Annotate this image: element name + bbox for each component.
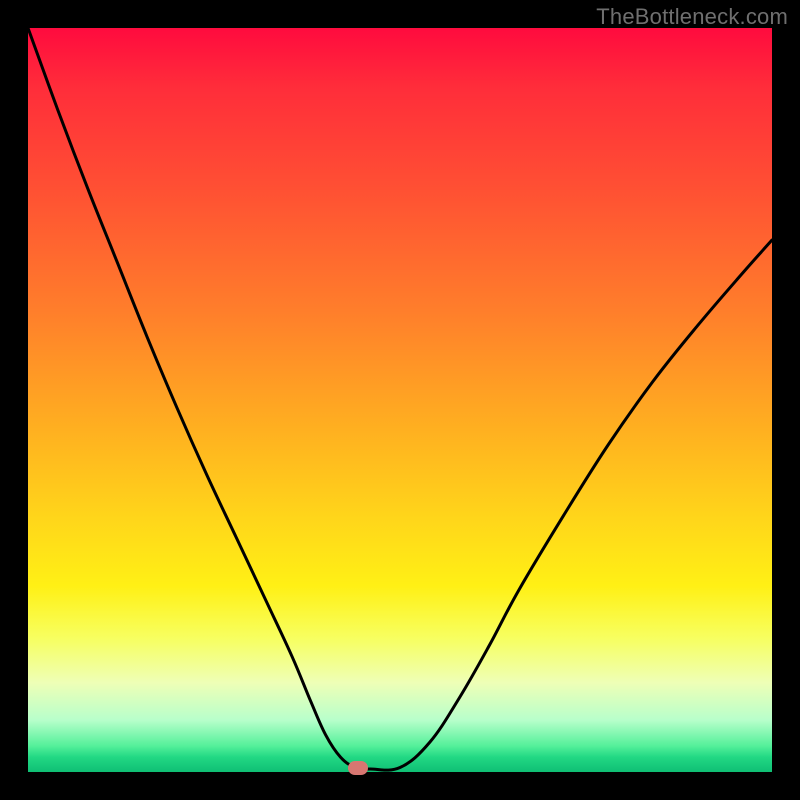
chart-frame: TheBottleneck.com — [0, 0, 800, 800]
watermark-text: TheBottleneck.com — [596, 4, 788, 30]
chart-plot-area — [28, 28, 772, 772]
data-marker — [348, 761, 368, 775]
curve-svg — [28, 28, 772, 772]
chart-curve — [28, 28, 772, 770]
